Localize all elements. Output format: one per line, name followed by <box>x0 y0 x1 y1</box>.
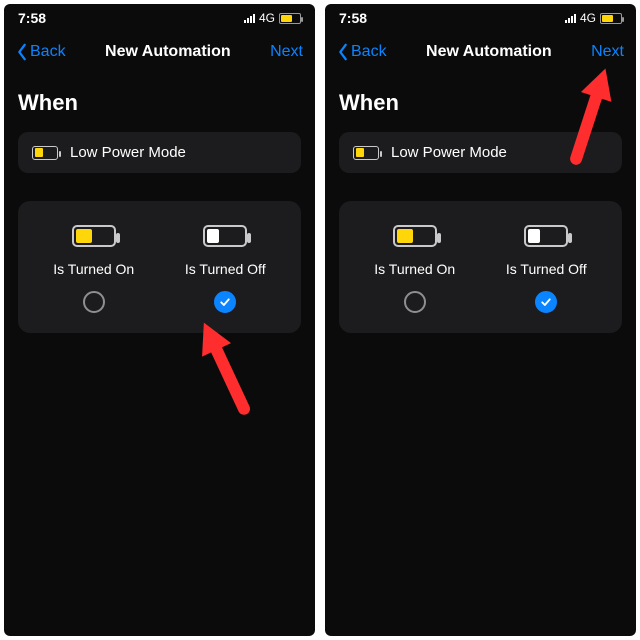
signal-icon <box>565 13 576 23</box>
signal-icon <box>244 13 255 23</box>
back-button[interactable]: Back <box>16 43 66 61</box>
screenshot-right: 7:58 4G Back New Automation Next When Lo… <box>325 4 636 636</box>
option-off-label: Is Turned Off <box>185 261 266 277</box>
screenshot-left: 7:58 4G Back New Automation Next When Lo… <box>4 4 315 636</box>
network-label: 4G <box>259 11 275 25</box>
chevron-left-icon <box>337 43 349 61</box>
trigger-label: Low Power Mode <box>70 144 186 161</box>
back-label: Back <box>30 43 66 61</box>
network-label: 4G <box>580 11 596 25</box>
battery-on-icon <box>393 225 437 247</box>
battery-off-icon <box>524 225 568 247</box>
chevron-left-icon <box>16 43 28 61</box>
battery-on-icon <box>72 225 116 247</box>
radio-off[interactable] <box>535 291 557 313</box>
low-power-battery-icon <box>353 146 379 160</box>
option-on-label: Is Turned On <box>53 261 134 277</box>
statusbar-battery-icon <box>279 13 301 24</box>
back-button[interactable]: Back <box>337 43 387 61</box>
back-label: Back <box>351 43 387 61</box>
nav-bar: Back New Automation Next <box>4 32 315 72</box>
section-heading-when: When <box>339 90 622 116</box>
option-is-turned-off[interactable]: Is Turned Off <box>481 225 613 313</box>
low-power-battery-icon <box>32 146 58 160</box>
option-is-turned-on[interactable]: Is Turned On <box>28 225 160 313</box>
trigger-row[interactable]: Low Power Mode <box>339 132 622 173</box>
trigger-row[interactable]: Low Power Mode <box>18 132 301 173</box>
next-button[interactable]: Next <box>270 43 303 61</box>
section-heading-when: When <box>18 90 301 116</box>
nav-bar: Back New Automation Next <box>325 32 636 72</box>
next-button[interactable]: Next <box>591 43 624 61</box>
option-is-turned-on[interactable]: Is Turned On <box>349 225 481 313</box>
option-is-turned-off[interactable]: Is Turned Off <box>160 225 292 313</box>
status-bar: 7:58 4G <box>4 4 315 32</box>
trigger-label: Low Power Mode <box>391 144 507 161</box>
radio-on[interactable] <box>404 291 426 313</box>
option-on-label: Is Turned On <box>374 261 455 277</box>
battery-off-icon <box>203 225 247 247</box>
radio-on[interactable] <box>83 291 105 313</box>
options-card: Is Turned On Is Turned Off <box>339 201 622 333</box>
status-time: 7:58 <box>339 10 367 26</box>
nav-title: New Automation <box>426 43 552 61</box>
nav-title: New Automation <box>105 43 231 61</box>
status-bar: 7:58 4G <box>325 4 636 32</box>
radio-off[interactable] <box>214 291 236 313</box>
status-time: 7:58 <box>18 10 46 26</box>
statusbar-battery-icon <box>600 13 622 24</box>
options-card: Is Turned On Is Turned Off <box>18 201 301 333</box>
option-off-label: Is Turned Off <box>506 261 587 277</box>
